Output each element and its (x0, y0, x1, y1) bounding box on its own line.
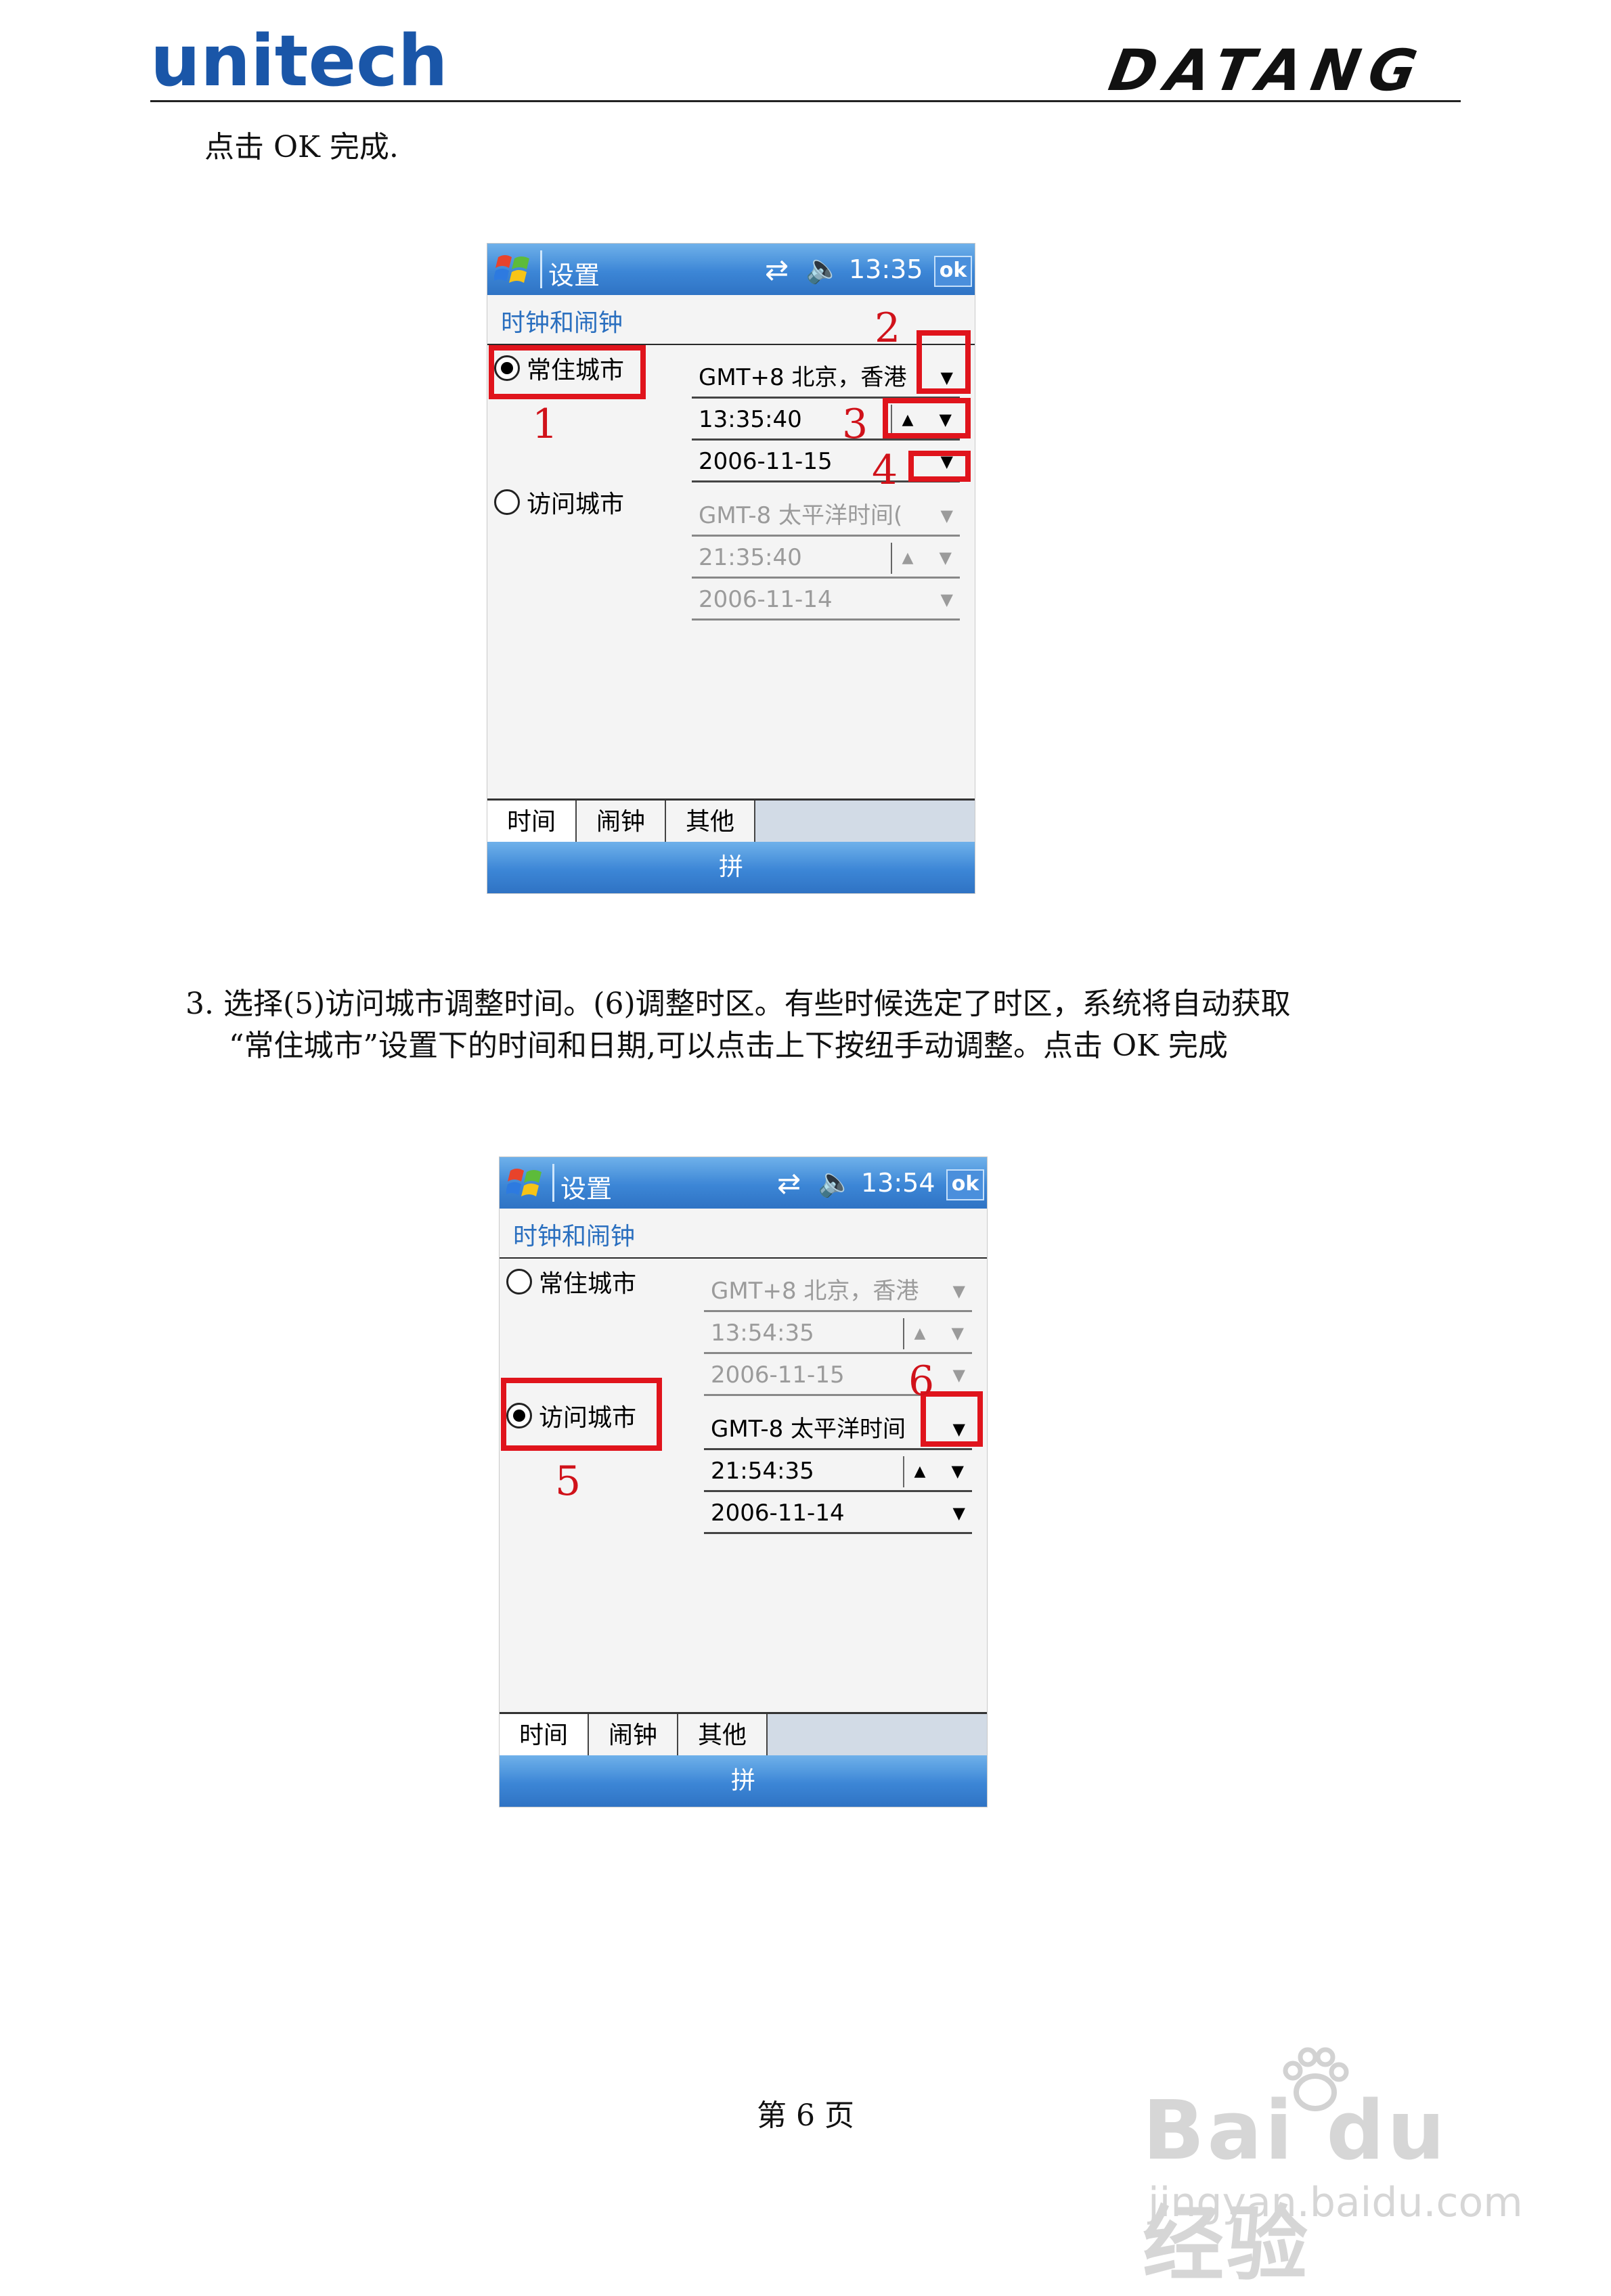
tab-other[interactable]: 其他 (666, 801, 755, 844)
annotation-number-4: 4 (872, 447, 898, 494)
home-timezone-value: GMT+8 北京，香港 (711, 1278, 919, 1305)
annotation-box-2 (917, 330, 971, 394)
annotation-box-1 (489, 345, 646, 399)
triangle-down-icon[interactable]: ▼ (953, 1494, 965, 1532)
tab-alarm[interactable]: 闹钟 (589, 1714, 678, 1757)
visit-timezone-dropdown: GMT-8 太平洋时间( ▼ (692, 497, 960, 537)
section-title: 时钟和闹钟 (501, 309, 623, 337)
radio-unselected-icon[interactable] (494, 489, 520, 515)
visit-time-value: 21:54:35 (711, 1458, 814, 1485)
step3-line1: 3. 选择(5)访问城市调整时间。(6)调整时区。有些时候选定了时区，系统将自动… (185, 987, 1291, 1021)
visit-time-value: 21:35:40 (699, 544, 802, 571)
speaker-muted-icon[interactable]: 🔈 (806, 252, 841, 286)
triangle-down-icon: ▼ (951, 1324, 964, 1343)
title-bar: 设置 ⇄ 🔈 13:35 ok (487, 244, 975, 295)
ok-button[interactable]: ok (946, 1169, 984, 1200)
annotation-number-5: 5 (555, 1458, 581, 1505)
input-method-key[interactable]: 拼 (731, 1767, 755, 1795)
triangle-down-icon: ▼ (940, 506, 953, 525)
unitech-logo: unitech (150, 20, 448, 102)
home-date-value: 2006-11-15 (711, 1361, 845, 1389)
tab-bar-fill (755, 801, 975, 844)
watermark-sub: jingyan.baidu.com (1148, 2179, 1523, 2226)
windows-flag-icon[interactable] (494, 250, 532, 288)
radio-unselected-icon[interactable] (506, 1269, 532, 1295)
visit-date-value: 2006-11-14 (699, 586, 833, 613)
annotation-box-5 (501, 1378, 662, 1451)
step3-line2: “常住城市”设置下的时间和日期,可以点击上下按纽手动调整。点击 OK 完成 (229, 1029, 1228, 1063)
tab-bar-fill (768, 1714, 987, 1757)
triangle-down-icon: ▼ (940, 590, 953, 609)
title-separator (552, 1164, 554, 1202)
tab-time[interactable]: 时间 (487, 801, 577, 844)
home-time-value: 13:54:35 (711, 1320, 814, 1347)
home-time-spinner: 13:54:35 ▲ ▼ (704, 1314, 972, 1354)
visit-timezone-value: GMT-8 太平洋时间( (699, 502, 903, 529)
datang-logo: DATANG (1104, 37, 1432, 104)
visit-city-radio[interactable]: 访问城市 (494, 485, 624, 520)
home-city-radio[interactable]: 常住城市 (506, 1264, 636, 1299)
tab-other[interactable]: 其他 (678, 1714, 768, 1757)
tab-bar: 时间 闹钟 其他 (500, 1712, 987, 1757)
visit-timezone-value: GMT-8 太平洋时间 (711, 1416, 906, 1443)
triangle-down-icon: ▼ (939, 548, 952, 567)
clock-time[interactable]: 13:35 (849, 254, 923, 284)
visit-date-value: 2006-11-14 (711, 1500, 845, 1527)
baidu-jingyan-watermark: Bai du 经验 jingyan.baidu.com (1143, 2044, 1523, 2292)
clock-time[interactable]: 13:54 (861, 1168, 935, 1198)
connectivity-arrows-icon[interactable]: ⇄ (777, 1167, 801, 1200)
home-time-value: 13:35:40 (699, 406, 802, 433)
annotation-number-3: 3 (842, 401, 868, 448)
triangle-up-icon: ▲ (891, 543, 923, 574)
settings-screenshot-1: 设置 ⇄ 🔈 13:35 ok 时钟和闹钟 常住城市 访问城市 GMT+8 北京… (487, 244, 975, 893)
home-timezone-dropdown: GMT+8 北京，香港 ▼ (704, 1272, 972, 1312)
tab-bar: 时间 闹钟 其他 (487, 798, 975, 844)
visit-time-spinner: 21:35:40 ▲ ▼ (692, 539, 960, 579)
visit-date-dropdown[interactable]: 2006-11-14 ▼ (704, 1494, 972, 1534)
section-rule (500, 1257, 987, 1259)
soft-key-bar[interactable]: 拼 (487, 842, 975, 893)
soft-key-bar[interactable]: 拼 (500, 1755, 987, 1807)
ok-button[interactable]: ok (934, 256, 972, 287)
windows-flag-icon[interactable] (506, 1164, 544, 1202)
home-timezone-value: GMT+8 北京，香港 (699, 364, 907, 391)
annotation-number-1: 1 (532, 401, 558, 448)
tab-time[interactable]: 时间 (500, 1714, 589, 1757)
triangle-down-icon[interactable]: ▼ (952, 1452, 964, 1490)
input-method-key[interactable]: 拼 (719, 853, 743, 881)
title-bar: 设置 ⇄ 🔈 13:54 ok (500, 1157, 987, 1209)
annotation-box-3 (883, 398, 971, 438)
triangle-up-icon: ▲ (903, 1318, 935, 1349)
section-title: 时钟和闹钟 (513, 1223, 636, 1251)
annotation-number-6: 6 (908, 1357, 935, 1405)
triangle-down-icon: ▼ (952, 1366, 965, 1385)
tab-alarm[interactable]: 闹钟 (577, 801, 666, 844)
header-rule (150, 100, 1461, 102)
visit-time-spinner[interactable]: 21:54:35 ▲ ▼ (704, 1452, 972, 1492)
connectivity-arrows-icon[interactable]: ⇄ (765, 253, 789, 286)
visit-date-dropdown: 2006-11-14 ▼ (692, 581, 960, 621)
window-title: 设置 (548, 261, 600, 290)
speaker-muted-icon[interactable]: 🔈 (818, 1165, 853, 1199)
annotation-box-4 (908, 451, 971, 482)
triangle-down-icon: ▼ (952, 1282, 965, 1301)
annotation-number-2: 2 (875, 305, 901, 352)
intro-text: 点击 OK 完成. (204, 130, 399, 164)
settings-screenshot-2: 设置 ⇄ 🔈 13:54 ok 时钟和闹钟 常住城市 访问城市 GMT+8 北京… (500, 1157, 987, 1807)
window-title: 设置 (560, 1174, 613, 1204)
title-separator (540, 250, 542, 288)
triangle-up-icon[interactable]: ▲ (903, 1456, 935, 1487)
